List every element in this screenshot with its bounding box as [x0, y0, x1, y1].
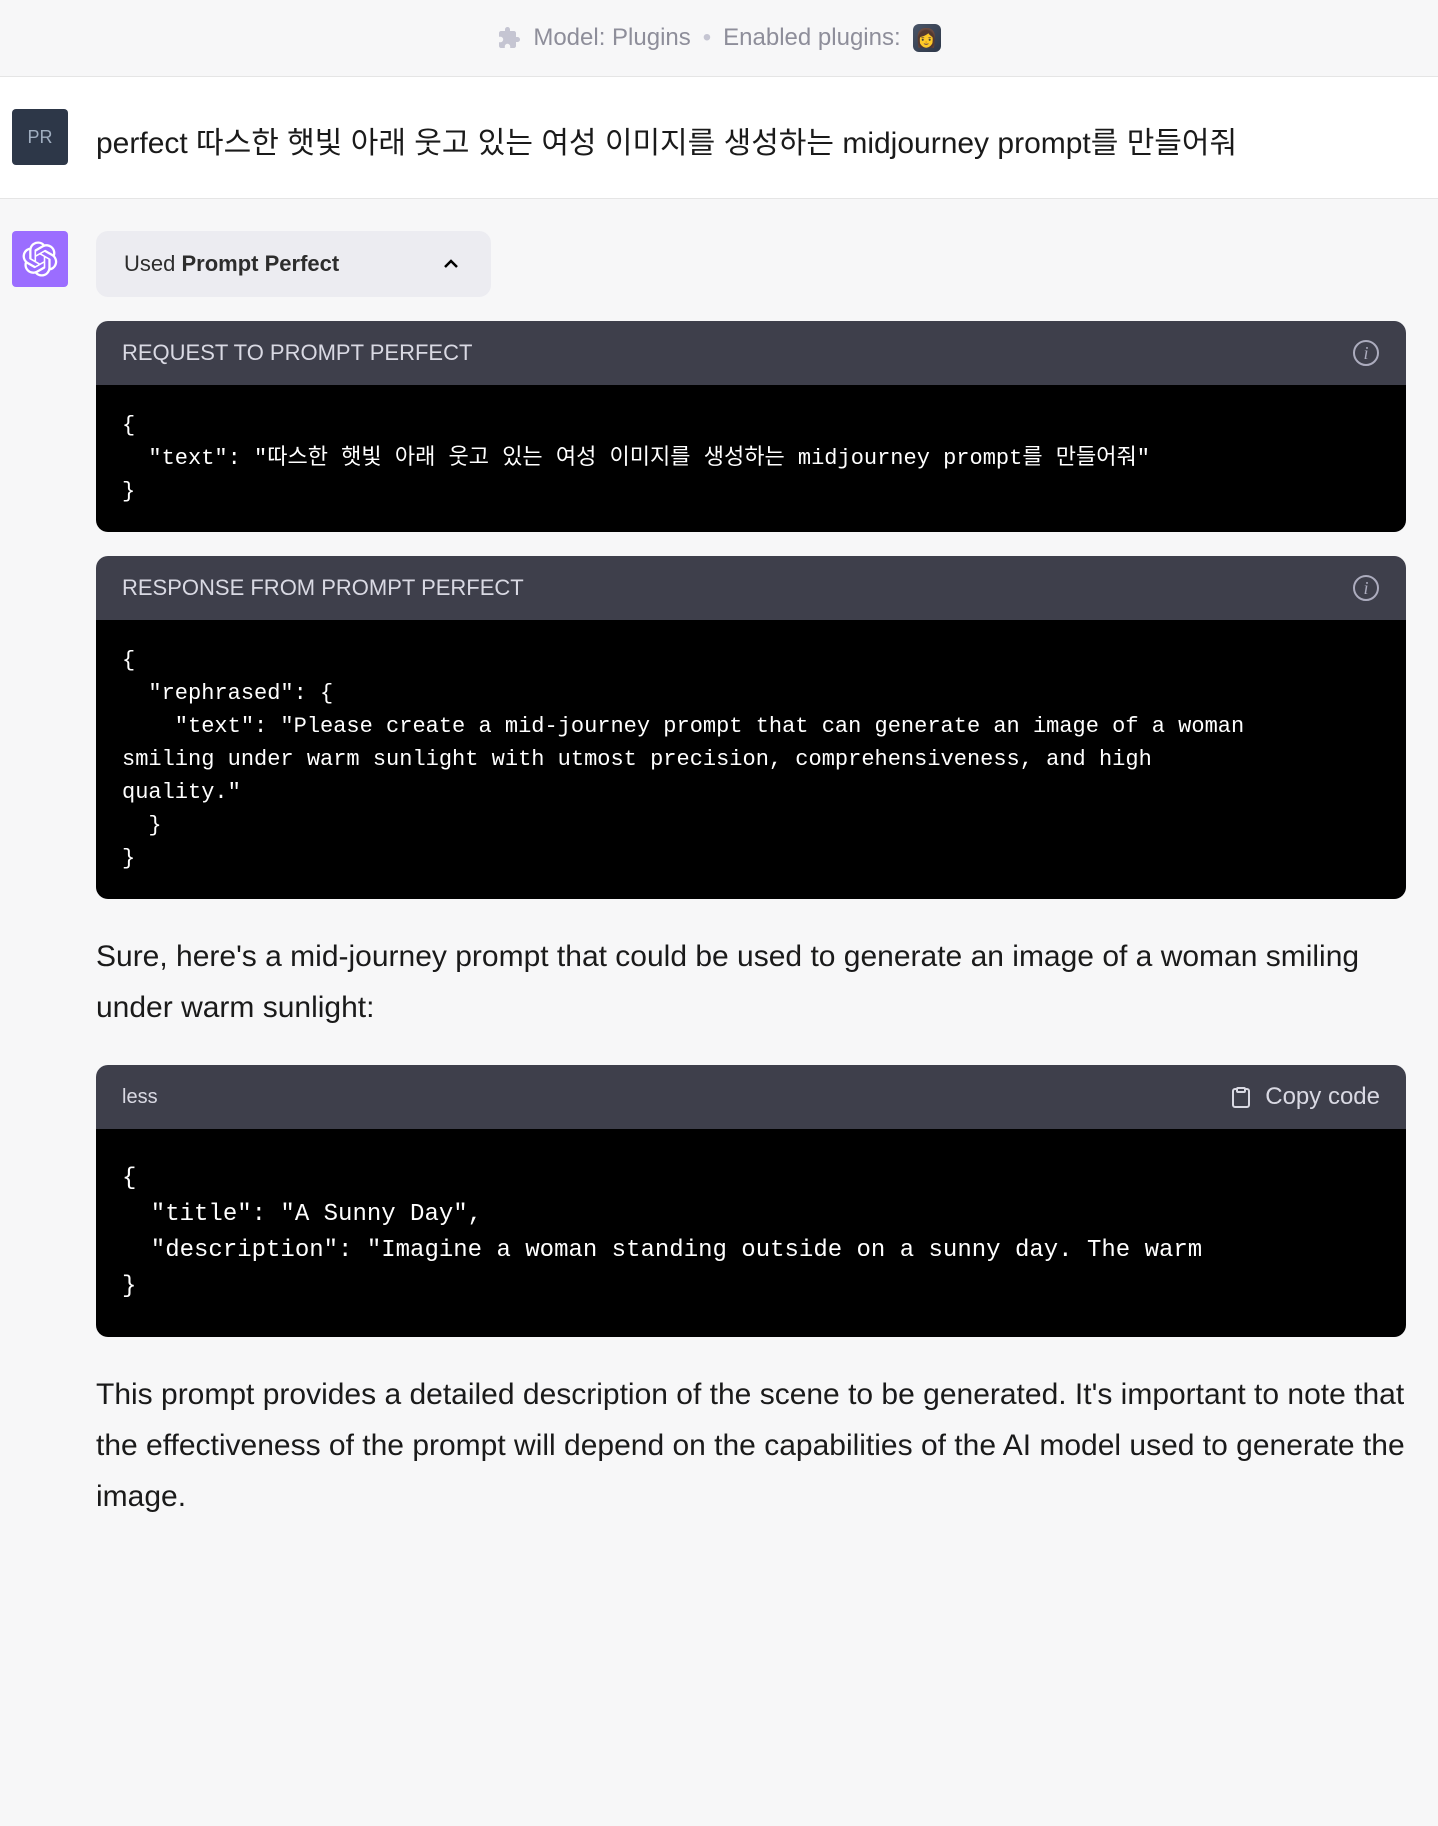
request-code-section: REQUEST TO PROMPT PERFECT i { "text": "따…	[96, 321, 1406, 532]
enabled-plugins-label: Enabled plugins:	[723, 24, 900, 52]
response-title: RESPONSE FROM PROMPT PERFECT	[122, 575, 524, 601]
request-code-body: { "text": "따스한 햇빛 아래 웃고 있는 여성 이미지를 생성하는 …	[96, 385, 1406, 532]
plugin-badge-icon[interactable]: 👩	[913, 24, 941, 52]
copy-code-button[interactable]: Copy code	[1229, 1083, 1380, 1111]
copy-code-label: Copy code	[1265, 1083, 1380, 1111]
response-code-body: { "rephrased": { "text": "Please create …	[96, 620, 1406, 899]
assistant-content: Used Prompt Perfect REQUEST TO PROMPT PE…	[96, 231, 1406, 1554]
chevron-up-icon	[439, 252, 463, 276]
info-icon[interactable]: i	[1352, 574, 1380, 602]
response-code-header: RESPONSE FROM PROMPT PERFECT i	[96, 556, 1406, 620]
svg-text:i: i	[1363, 343, 1368, 363]
plugin-used-label: Used Prompt Perfect	[124, 251, 339, 277]
openai-logo-icon	[22, 241, 58, 277]
user-message-text: perfect 따스한 햇빛 아래 웃고 있는 여성 이미지를 생성하는 mid…	[96, 109, 1237, 166]
info-icon[interactable]: i	[1352, 339, 1380, 367]
clipboard-icon	[1229, 1085, 1253, 1109]
output-code-header: less Copy code	[96, 1065, 1406, 1129]
plugin-used-toggle[interactable]: Used Prompt Perfect	[96, 231, 491, 297]
assistant-intro-text: Sure, here's a mid-journey prompt that c…	[96, 931, 1406, 1033]
output-code-section: less Copy code { "title": "A Sunny Day",…	[96, 1065, 1406, 1337]
request-code-header: REQUEST TO PROMPT PERFECT i	[96, 321, 1406, 385]
model-label: Model: Plugins	[533, 24, 690, 52]
request-title: REQUEST TO PROMPT PERFECT	[122, 340, 472, 366]
code-lang-label: less	[122, 1086, 158, 1109]
user-message-row: PR perfect 따스한 햇빛 아래 웃고 있는 여성 이미지를 생성하는 …	[0, 77, 1438, 199]
assistant-message-row: Used Prompt Perfect REQUEST TO PROMPT PE…	[0, 199, 1438, 1586]
model-info-bar: Model: Plugins • Enabled plugins: 👩	[0, 0, 1438, 77]
user-avatar: PR	[12, 109, 68, 165]
svg-text:i: i	[1363, 578, 1368, 598]
response-code-section: RESPONSE FROM PROMPT PERFECT i { "rephra…	[96, 556, 1406, 899]
separator-dot: •	[703, 24, 711, 52]
assistant-avatar	[12, 231, 68, 287]
puzzle-icon	[497, 26, 521, 50]
output-code-body: { "title": "A Sunny Day", "description":…	[96, 1129, 1406, 1337]
assistant-outro-text: This prompt provides a detailed descript…	[96, 1369, 1406, 1522]
